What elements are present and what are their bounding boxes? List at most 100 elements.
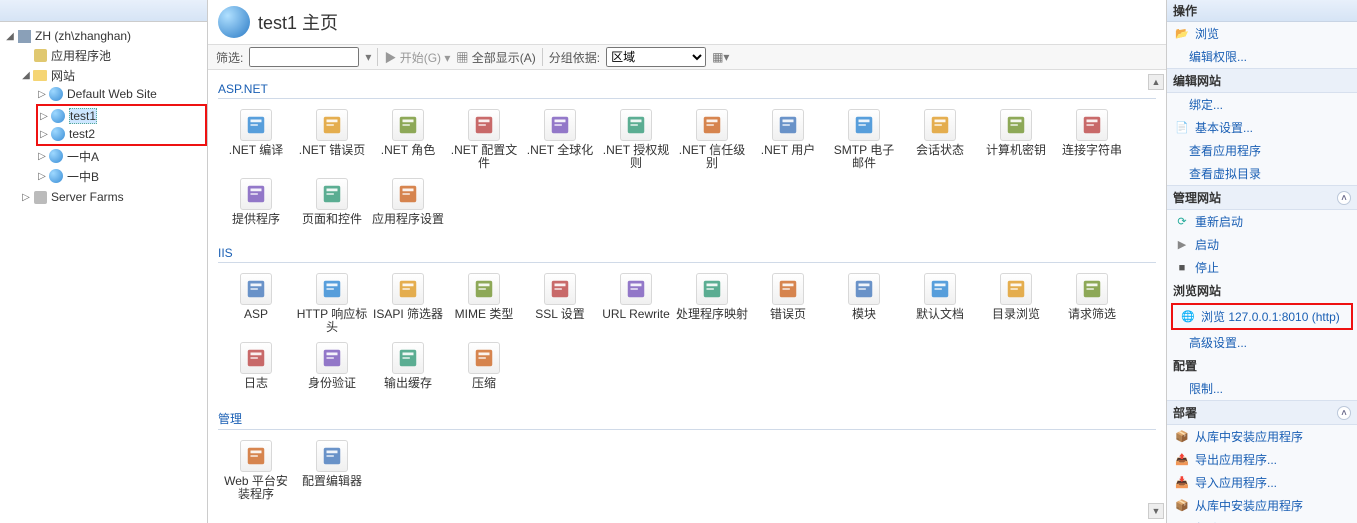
expand-icon[interactable]: ▷	[36, 89, 48, 100]
action-install-gallery[interactable]: 📦从库中安装应用程序	[1167, 425, 1357, 448]
action-install-gallery-2[interactable]: 📦从库中安装应用程序	[1167, 494, 1357, 517]
action-bindings[interactable]: 绑定...	[1167, 93, 1357, 116]
feature-tile[interactable]: SMTP 电子邮件	[826, 105, 902, 174]
tree-app-pools[interactable]: 应用程序池	[20, 46, 207, 64]
action-edit-perm[interactable]: 编辑权限...	[1167, 45, 1357, 68]
feature-tile[interactable]: ISAPI 筛选器	[370, 269, 446, 338]
feature-tile[interactable]: 应用程序设置	[370, 174, 446, 230]
feature-label: Web 平台安装程序	[220, 475, 292, 501]
feature-grid: Web 平台安装程序配置编辑器	[218, 436, 1156, 505]
action-adv-settings[interactable]: 高级设置...	[1167, 331, 1357, 354]
feature-tile[interactable]: 压缩	[446, 338, 522, 394]
action-restart[interactable]: ⟳重新启动	[1167, 210, 1357, 233]
feature-tile[interactable]: .NET 配置文件	[446, 105, 522, 174]
filter-input[interactable]	[249, 47, 359, 67]
actions-panel: 操作 📂浏览 编辑权限... 编辑网站 绑定... 📄基本设置... 查看应用程…	[1167, 0, 1357, 523]
expand-icon[interactable]: ▷	[38, 129, 50, 140]
feature-icon	[696, 273, 728, 305]
feature-tile[interactable]: .NET 角色	[370, 105, 446, 174]
expand-icon[interactable]: ▷	[36, 171, 48, 182]
feature-tile[interactable]: .NET 错误页	[294, 105, 370, 174]
scroll-up-icon[interactable]: ▲	[1148, 74, 1164, 90]
feature-label: .NET 全球化	[527, 144, 593, 157]
collapse-icon[interactable]: ˄	[1337, 191, 1351, 205]
feature-tile[interactable]: .NET 授权规则	[598, 105, 674, 174]
section-manage-site[interactable]: 管理网站˄	[1167, 185, 1357, 210]
globe-icon	[48, 168, 64, 184]
feature-tile[interactable]: 配置编辑器	[294, 436, 370, 505]
feature-tile[interactable]: .NET 用户	[750, 105, 826, 174]
view-toggle-icon[interactable]: ▦▾	[712, 50, 729, 64]
tree-site-test1[interactable]: ▷ test1	[38, 107, 205, 125]
start-button[interactable]: ▶ 开始(G) ▾	[384, 49, 450, 66]
server-icon	[16, 28, 32, 44]
group-by-select[interactable]: 区域	[606, 47, 706, 67]
action-browse-url[interactable]: 🌐浏览 127.0.0.1:8010 (http)	[1173, 305, 1351, 328]
scroll-down-icon[interactable]: ▼	[1148, 503, 1164, 519]
action-explore[interactable]: 📂浏览	[1167, 22, 1357, 45]
feature-tile[interactable]: 提供程序	[218, 174, 294, 230]
action-view-apps[interactable]: 查看应用程序	[1167, 139, 1357, 162]
feature-tile[interactable]: 默认文档	[902, 269, 978, 338]
feature-tile[interactable]: URL Rewrite	[598, 269, 674, 338]
action-import-app[interactable]: 📥导入应用程序...	[1167, 471, 1357, 494]
feature-icon	[544, 109, 576, 141]
expand-icon[interactable]: ▷	[38, 111, 50, 122]
feature-tile[interactable]: 输出缓存	[370, 338, 446, 394]
action-start[interactable]: ▶启动	[1167, 233, 1357, 256]
tree-site-default[interactable]: ▷ Default Web Site	[36, 85, 207, 103]
connections-panel: ◢ ZH (zh\zhanghan) 应用程序池 ◢ 网站	[0, 0, 208, 523]
feature-icon	[240, 109, 272, 141]
actions-pane: 📂浏览 编辑权限... 编辑网站 绑定... 📄基本设置... 查看应用程序 查…	[1167, 22, 1357, 523]
page-title-row: test1 主页	[208, 0, 1166, 44]
feature-tile[interactable]: 页面和控件	[294, 174, 370, 230]
feature-tile[interactable]: 目录浏览	[978, 269, 1054, 338]
tree-site-a[interactable]: ▷ 一中A	[36, 147, 207, 165]
feature-tile[interactable]: 计算机密钥	[978, 105, 1054, 174]
app-pool-icon	[32, 47, 48, 63]
tree-site-b[interactable]: ▷ 一中B	[36, 167, 207, 185]
tree-server-node[interactable]: ◢ ZH (zh\zhanghan)	[4, 27, 207, 45]
collapse-icon[interactable]: ˄	[1337, 406, 1351, 420]
action-view-vdirs[interactable]: 查看虚拟目录	[1167, 162, 1357, 185]
tree-sites[interactable]: ◢ 网站	[20, 66, 207, 84]
tree-server-farms[interactable]: ▷ Server Farms	[20, 188, 207, 206]
feature-grid: .NET 编译.NET 错误页.NET 角色.NET 配置文件 .NET 全球化.…	[218, 105, 1156, 230]
site-icon	[218, 6, 250, 38]
feature-tile[interactable]: 身份验证	[294, 338, 370, 394]
feature-tile[interactable]: 错误页	[750, 269, 826, 338]
action-basic-settings[interactable]: 📄基本设置...	[1167, 116, 1357, 139]
feature-icon	[1076, 273, 1108, 305]
feature-tile[interactable]: 模块	[826, 269, 902, 338]
action-export-app[interactable]: 📤导出应用程序...	[1167, 448, 1357, 471]
tree-site-test2[interactable]: ▷ test2	[38, 125, 205, 143]
action-limits[interactable]: 限制...	[1167, 377, 1357, 400]
feature-tile[interactable]: ASP	[218, 269, 294, 338]
dropdown-icon[interactable]: ▾	[365, 50, 371, 64]
group-header: 管理	[218, 404, 1156, 430]
package-icon: 📦	[1175, 430, 1189, 444]
expand-icon[interactable]: ▷	[20, 192, 32, 203]
feature-tile[interactable]: 请求筛选	[1054, 269, 1130, 338]
action-help[interactable]: ?帮助	[1167, 517, 1357, 523]
feature-tile[interactable]: .NET 全球化	[522, 105, 598, 174]
feature-icon	[468, 273, 500, 305]
show-all-button[interactable]: ▦ 全部显示(A)	[456, 49, 535, 66]
feature-icon	[468, 342, 500, 374]
feature-tile[interactable]: .NET 信任级别	[674, 105, 750, 174]
feature-tile[interactable]: 处理程序映射	[674, 269, 750, 338]
feature-tile[interactable]: MIME 类型	[446, 269, 522, 338]
section-deploy[interactable]: 部署˄	[1167, 400, 1357, 425]
feature-tile[interactable]: SSL 设置	[522, 269, 598, 338]
feature-tile[interactable]: Web 平台安装程序	[218, 436, 294, 505]
expand-icon[interactable]: ◢	[20, 70, 32, 81]
feature-tile[interactable]: 会话状态	[902, 105, 978, 174]
feature-tile[interactable]: 连接字符串	[1054, 105, 1130, 174]
expand-icon[interactable]: ▷	[36, 151, 48, 162]
feature-tile[interactable]: .NET 编译	[218, 105, 294, 174]
action-stop[interactable]: ■停止	[1167, 256, 1357, 279]
feature-tile[interactable]: HTTP 响应标头	[294, 269, 370, 338]
page-title: test1 主页	[258, 9, 338, 35]
expand-icon[interactable]: ◢	[4, 31, 16, 42]
feature-tile[interactable]: 日志	[218, 338, 294, 394]
